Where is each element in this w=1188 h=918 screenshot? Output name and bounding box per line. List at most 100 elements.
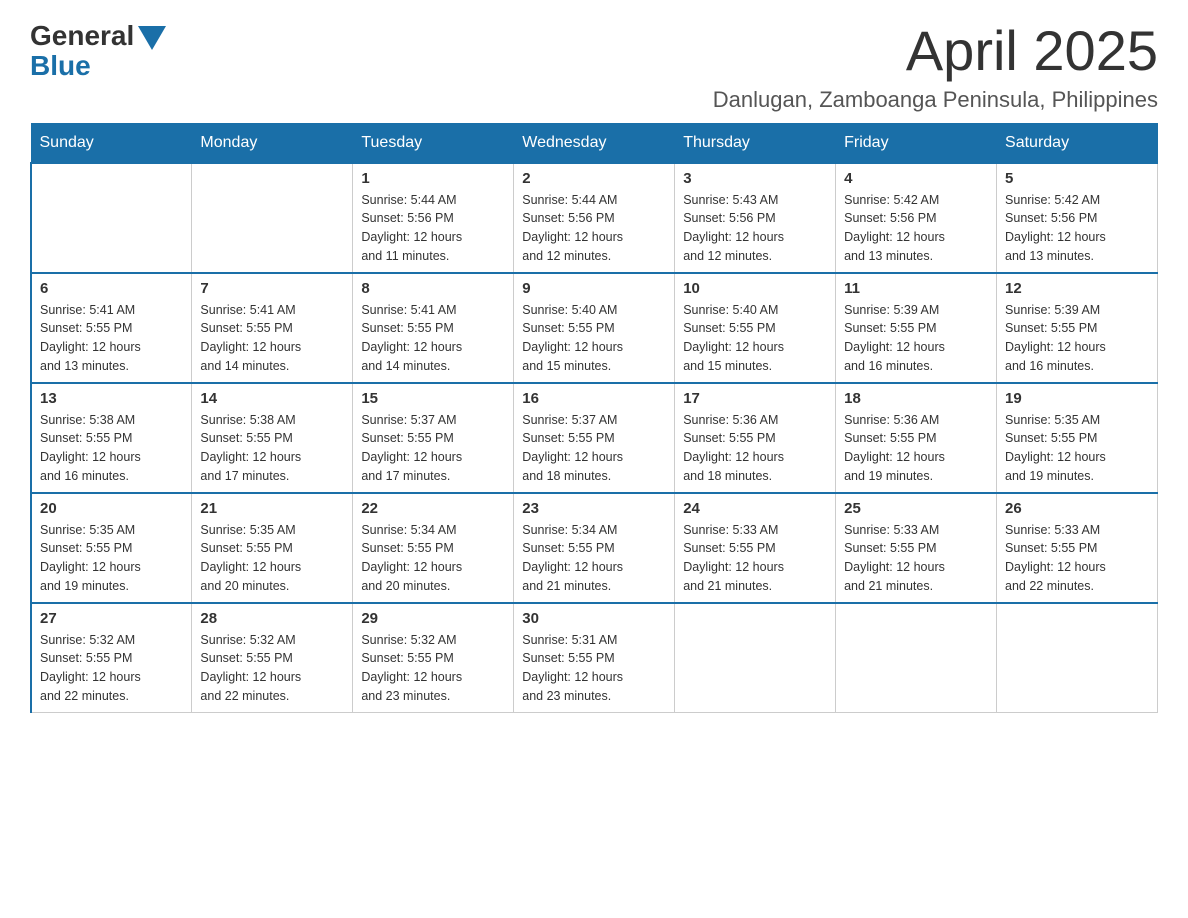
day-info: Sunrise: 5:40 AMSunset: 5:55 PMDaylight:…: [683, 301, 827, 376]
calendar-cell: 14 Sunrise: 5:38 AMSunset: 5:55 PMDayligh…: [192, 383, 353, 493]
weekday-header-monday: Monday: [192, 123, 353, 163]
calendar-week-row: 1Sunrise: 5:44 AMSunset: 5:56 PMDaylight…: [31, 163, 1158, 273]
day-number: 8: [361, 280, 505, 297]
page-header: General Blue April 2025 Danlugan, Zamboa…: [30, 20, 1158, 113]
calendar-cell: 16 Sunrise: 5:37 AMSunset: 5:55 PMDayligh…: [514, 383, 675, 493]
day-info: Sunrise: 5:32 AMSunset: 5:55 PMDaylight:…: [200, 631, 344, 706]
calendar-cell: 1Sunrise: 5:44 AMSunset: 5:56 PMDaylight…: [353, 163, 514, 273]
logo-blue-text: Blue: [30, 50, 91, 82]
weekday-header-row: SundayMondayTuesdayWednesdayThursdayFrid…: [31, 123, 1158, 163]
day-info: Sunrise: 5:40 AMSunset: 5:55 PMDaylight:…: [522, 301, 666, 376]
day-info: Sunrise: 5:43 AMSunset: 5:56 PMDaylight:…: [683, 191, 827, 266]
calendar-cell: 12 Sunrise: 5:39 AMSunset: 5:55 PMDayligh…: [997, 273, 1158, 383]
day-info: Sunrise: 5:37 AMSunset: 5:55 PMDaylight:…: [522, 411, 666, 486]
calendar-cell: 17 Sunrise: 5:36 AMSunset: 5:55 PMDayligh…: [675, 383, 836, 493]
location-title: Danlugan, Zamboanga Peninsula, Philippin…: [713, 87, 1158, 113]
calendar-table: SundayMondayTuesdayWednesdayThursdayFrid…: [30, 123, 1158, 714]
day-info: Sunrise: 5:33 AMSunset: 5:55 PMDaylight:…: [683, 521, 827, 596]
calendar-cell: [997, 603, 1158, 713]
logo: General Blue: [30, 20, 166, 82]
day-info: Sunrise: 5:38 AMSunset: 5:55 PMDaylight:…: [40, 411, 183, 486]
day-number: 30: [522, 610, 666, 627]
day-number: 18: [844, 390, 988, 407]
calendar-cell: 30 Sunrise: 5:31 AMSunset: 5:55 PMDayligh…: [514, 603, 675, 713]
weekday-header-thursday: Thursday: [675, 123, 836, 163]
day-info: Sunrise: 5:32 AMSunset: 5:55 PMDaylight:…: [361, 631, 505, 706]
day-info: Sunrise: 5:42 AMSunset: 5:56 PMDaylight:…: [1005, 191, 1149, 266]
day-info: Sunrise: 5:41 AMSunset: 5:55 PMDaylight:…: [361, 301, 505, 376]
day-number: 29: [361, 610, 505, 627]
day-number: 19: [1005, 390, 1149, 407]
day-info: Sunrise: 5:41 AMSunset: 5:55 PMDaylight:…: [40, 301, 183, 376]
weekday-header-wednesday: Wednesday: [514, 123, 675, 163]
calendar-cell: 6 Sunrise: 5:41 AMSunset: 5:55 PMDaylight…: [31, 273, 192, 383]
calendar-week-row: 6 Sunrise: 5:41 AMSunset: 5:55 PMDaylight…: [31, 273, 1158, 383]
calendar-cell: [836, 603, 997, 713]
day-info: Sunrise: 5:34 AMSunset: 5:55 PMDaylight:…: [361, 521, 505, 596]
calendar-cell: 26 Sunrise: 5:33 AMSunset: 5:55 PMDayligh…: [997, 493, 1158, 603]
day-number: 16: [522, 390, 666, 407]
day-number: 5: [1005, 170, 1149, 187]
day-info: Sunrise: 5:33 AMSunset: 5:55 PMDaylight:…: [1005, 521, 1149, 596]
calendar-body: 1Sunrise: 5:44 AMSunset: 5:56 PMDaylight…: [31, 163, 1158, 713]
calendar-cell: 13 Sunrise: 5:38 AMSunset: 5:55 PMDayligh…: [31, 383, 192, 493]
day-info: Sunrise: 5:36 AMSunset: 5:55 PMDaylight:…: [683, 411, 827, 486]
day-info: Sunrise: 5:33 AMSunset: 5:55 PMDaylight:…: [844, 521, 988, 596]
day-info: Sunrise: 5:35 AMSunset: 5:55 PMDaylight:…: [200, 521, 344, 596]
calendar-week-row: 13 Sunrise: 5:38 AMSunset: 5:55 PMDayligh…: [31, 383, 1158, 493]
calendar-cell: 4 Sunrise: 5:42 AMSunset: 5:56 PMDaylight…: [836, 163, 997, 273]
day-number: 27: [40, 610, 183, 627]
day-info: Sunrise: 5:35 AMSunset: 5:55 PMDaylight:…: [1005, 411, 1149, 486]
day-number: 20: [40, 500, 183, 517]
calendar-cell: [192, 163, 353, 273]
weekday-header-friday: Friday: [836, 123, 997, 163]
calendar-cell: 5 Sunrise: 5:42 AMSunset: 5:56 PMDaylight…: [997, 163, 1158, 273]
day-number: 21: [200, 500, 344, 517]
day-info: Sunrise: 5:38 AMSunset: 5:55 PMDaylight:…: [200, 411, 344, 486]
day-number: 12: [1005, 280, 1149, 297]
day-number: 2: [522, 170, 666, 187]
title-section: April 2025 Danlugan, Zamboanga Peninsula…: [713, 20, 1158, 113]
day-number: 28: [200, 610, 344, 627]
calendar-cell: 28 Sunrise: 5:32 AMSunset: 5:55 PMDayligh…: [192, 603, 353, 713]
logo-triangle-icon: [138, 26, 166, 50]
weekday-header-tuesday: Tuesday: [353, 123, 514, 163]
calendar-cell: 18 Sunrise: 5:36 AMSunset: 5:55 PMDayligh…: [836, 383, 997, 493]
calendar-cell: 24 Sunrise: 5:33 AMSunset: 5:55 PMDayligh…: [675, 493, 836, 603]
day-info: Sunrise: 5:31 AMSunset: 5:55 PMDaylight:…: [522, 631, 666, 706]
calendar-cell: 25 Sunrise: 5:33 AMSunset: 5:55 PMDayligh…: [836, 493, 997, 603]
day-info: Sunrise: 5:44 AMSunset: 5:56 PMDaylight:…: [522, 191, 666, 266]
day-info: Sunrise: 5:42 AMSunset: 5:56 PMDaylight:…: [844, 191, 988, 266]
calendar-cell: 20Sunrise: 5:35 AMSunset: 5:55 PMDayligh…: [31, 493, 192, 603]
day-number: 10: [683, 280, 827, 297]
weekday-header-saturday: Saturday: [997, 123, 1158, 163]
day-number: 14: [200, 390, 344, 407]
calendar-cell: 15 Sunrise: 5:37 AMSunset: 5:55 PMDayligh…: [353, 383, 514, 493]
day-info: Sunrise: 5:39 AMSunset: 5:55 PMDaylight:…: [1005, 301, 1149, 376]
calendar-cell: 7 Sunrise: 5:41 AMSunset: 5:55 PMDaylight…: [192, 273, 353, 383]
day-info: Sunrise: 5:44 AMSunset: 5:56 PMDaylight:…: [361, 191, 505, 266]
day-number: 26: [1005, 500, 1149, 517]
day-number: 4: [844, 170, 988, 187]
day-info: Sunrise: 5:41 AMSunset: 5:55 PMDaylight:…: [200, 301, 344, 376]
logo-general-text: General: [30, 20, 134, 52]
day-number: 25: [844, 500, 988, 517]
day-number: 9: [522, 280, 666, 297]
day-info: Sunrise: 5:36 AMSunset: 5:55 PMDaylight:…: [844, 411, 988, 486]
calendar-cell: 8 Sunrise: 5:41 AMSunset: 5:55 PMDaylight…: [353, 273, 514, 383]
day-number: 7: [200, 280, 344, 297]
calendar-week-row: 20 Sunrise: 5:35 AMSunset: 5:55 PMDayligh…: [31, 493, 1158, 603]
day-number: 15: [361, 390, 505, 407]
day-number: 13: [40, 390, 183, 407]
day-number: 3: [683, 170, 827, 187]
day-info: Sunrise: 5:37 AMSunset: 5:55 PMDaylight:…: [361, 411, 505, 486]
day-info: Sunrise: 5:39 AMSunset: 5:55 PMDaylight:…: [844, 301, 988, 376]
calendar-week-row: 27 Sunrise: 5:32 AMSunset: 5:55 PMDayligh…: [31, 603, 1158, 713]
day-number: 24: [683, 500, 827, 517]
calendar-cell: 29 Sunrise: 5:32 AMSunset: 5:55 PMDayligh…: [353, 603, 514, 713]
day-number: 6: [40, 280, 183, 297]
day-number: 23: [522, 500, 666, 517]
day-number: 17: [683, 390, 827, 407]
calendar-cell: [31, 163, 192, 273]
calendar-cell: 22Sunrise: 5:34 AMSunset: 5:55 PMDayligh…: [353, 493, 514, 603]
